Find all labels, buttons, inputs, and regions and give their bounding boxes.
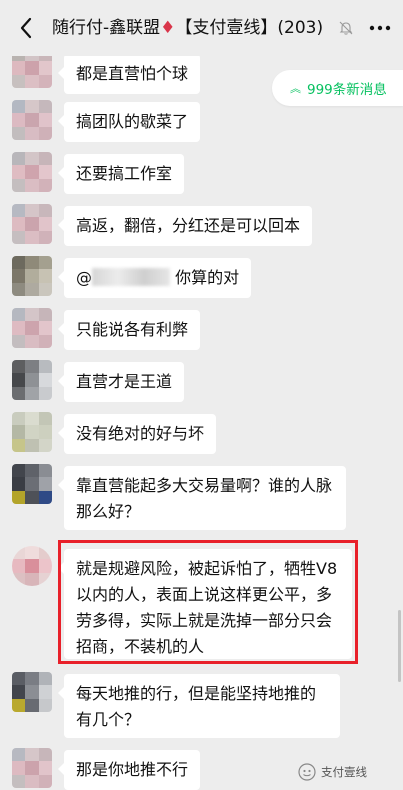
- new-messages-button[interactable]: ︽ 999条新消息: [272, 70, 403, 106]
- avatar[interactable]: [12, 100, 52, 140]
- avatar[interactable]: [12, 152, 52, 192]
- watermark: 支付壹线: [298, 762, 367, 782]
- avatar[interactable]: [12, 204, 52, 244]
- message-bubble[interactable]: 只能说各有利弊: [57, 310, 201, 350]
- message-text: 直营才是王道: [76, 372, 173, 391]
- message-bubble[interactable]: 搞团队的歇菜了: [57, 102, 201, 142]
- message-text: 还要搞工作室: [76, 164, 173, 183]
- message-text: 只能说各有利弊: [76, 320, 189, 339]
- double-chevron-up-icon: ︽: [290, 82, 301, 95]
- wechat-official-icon: [298, 763, 316, 781]
- message-bubble[interactable]: 直营才是王道: [57, 362, 185, 402]
- more-dots-icon: [369, 25, 391, 31]
- message-text: 每天地推的行，但是能坚持地推的有几个？: [76, 684, 317, 729]
- message-bubble[interactable]: 那是你地推不行: [57, 750, 201, 790]
- avatar[interactable]: [12, 360, 52, 400]
- chat-header: 随行付-鑫联盟♦【支付壹线】(203): [0, 0, 403, 56]
- chat-title: 随行付-鑫联盟♦【支付壹线】(203): [52, 14, 342, 42]
- message-bubble[interactable]: 高返，翻倍，分红还是可以回本: [57, 206, 313, 246]
- message-text: 你算的对: [170, 268, 240, 287]
- avatar[interactable]: [12, 412, 52, 452]
- message-bubble[interactable]: 每天地推的行，但是能坚持地推的有几个？: [58, 674, 340, 738]
- message-bubble[interactable]: 还要搞工作室: [57, 154, 185, 194]
- message-bubble[interactable]: @ 你算的对: [57, 258, 252, 298]
- message-bubble[interactable]: 都是直营怕个球: [57, 54, 201, 94]
- mention-at: @: [76, 268, 92, 287]
- avatar[interactable]: [12, 464, 52, 504]
- avatar[interactable]: [12, 748, 52, 788]
- message-bubble[interactable]: 靠直营能起多大交易量啊？谁的人脉那么好？: [58, 466, 346, 530]
- mute-bell-icon: [339, 21, 353, 35]
- message-bubble[interactable]: 没有绝对的好与坏: [57, 414, 217, 454]
- message-text: 高返，翻倍，分红还是可以回本: [76, 216, 301, 235]
- watermark-label: 支付壹线: [321, 765, 367, 779]
- avatar[interactable]: [12, 546, 52, 586]
- title-prefix: 随行付-鑫联盟: [52, 18, 161, 38]
- more-button[interactable]: [366, 14, 394, 42]
- message-text: 都是直营怕个球: [76, 64, 189, 83]
- chevron-left-icon: [20, 17, 32, 39]
- scrollbar[interactable]: [398, 610, 401, 682]
- back-button[interactable]: [12, 14, 40, 42]
- avatar[interactable]: [12, 308, 52, 348]
- new-messages-label: 999条新消息: [307, 82, 387, 98]
- message-text: 没有绝对的好与坏: [76, 424, 205, 443]
- redacted-name: [92, 268, 170, 286]
- message-text: 那是你地推不行: [76, 760, 189, 779]
- title-suffix: 【支付壹线】(203): [175, 18, 324, 38]
- avatar[interactable]: [12, 256, 52, 296]
- highlight-box: [58, 540, 358, 664]
- diamond-emoji: ♦: [160, 18, 176, 38]
- avatar[interactable]: [12, 672, 52, 712]
- message-text: 搞团队的歇菜了: [76, 112, 189, 131]
- message-text: 靠直营能起多大交易量啊？谁的人脉那么好？: [76, 476, 333, 521]
